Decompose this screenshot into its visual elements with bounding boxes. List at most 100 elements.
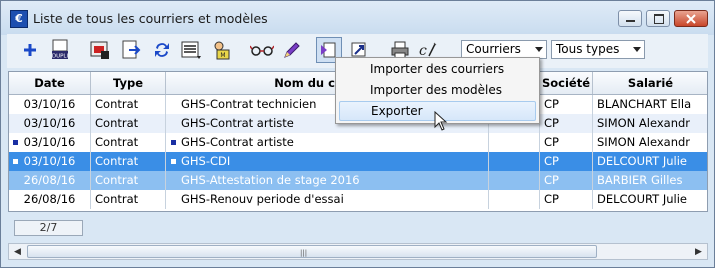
title-bar[interactable]: € Liste de tous les courriers et modèles xyxy=(1,1,714,35)
cell-text: CP xyxy=(544,116,559,130)
cell-type: Contrat xyxy=(91,114,166,133)
cell-societe: CP xyxy=(540,133,593,152)
column-header-societe[interactable]: Société xyxy=(540,72,593,94)
minimize-icon xyxy=(626,20,635,22)
menu-item-import-templates[interactable]: Importer des modèles xyxy=(339,80,536,100)
cell-name: GHS-CDI xyxy=(166,152,489,171)
window-title: Liste de tous les courriers et modèles xyxy=(33,11,268,26)
glasses-icon[interactable] xyxy=(249,37,275,63)
types-dropdown-value: Tous types xyxy=(556,42,620,56)
cell-blank xyxy=(489,190,540,209)
cell-text: CP xyxy=(544,97,559,111)
svg-text:M: M xyxy=(220,52,225,59)
cell-name: GHS-Attestation de stage 2016 xyxy=(166,171,489,190)
cell-text: GHS-Renouv periode d'essai xyxy=(181,192,344,206)
cell-text: CP xyxy=(544,173,559,187)
table-row[interactable]: 26/08/16 Contrat GHS-Renouv periode d'essa… xyxy=(9,190,707,209)
cell-text: SIMON Alexandr xyxy=(597,135,691,149)
scroll-left-icon[interactable]: ◀ xyxy=(9,244,26,259)
cell-societe: CP xyxy=(540,114,593,133)
cell-text: DELCOURT Julie xyxy=(597,192,688,206)
cell-date: 03/10/16 xyxy=(9,152,91,171)
print-preview-icon[interactable] xyxy=(87,37,113,63)
scroll-thumb[interactable]: ||| xyxy=(27,245,597,258)
cell-blank xyxy=(489,152,540,171)
app-icon: € xyxy=(10,10,28,28)
record-counter: 2/7 xyxy=(14,220,83,236)
cell-text: CP xyxy=(544,192,559,206)
cell-text: CP xyxy=(544,154,559,168)
close-icon xyxy=(686,14,696,24)
export-file-icon[interactable] xyxy=(118,37,144,63)
cell-blank xyxy=(489,171,540,190)
cell-salarie: DELCOURT Julie xyxy=(593,152,707,171)
name-marker-icon xyxy=(171,140,176,145)
cell-text: Contrat xyxy=(95,135,139,149)
cell-type: Contrat xyxy=(91,133,166,152)
cell-text: Contrat xyxy=(95,97,139,111)
table-row[interactable]: 03/10/16 Contrat GHS-Contrat artiste CP SIMO… xyxy=(9,133,707,152)
horizontal-scrollbar[interactable]: ◀ ||| ▶ xyxy=(8,243,708,260)
cell-societe: CP xyxy=(540,95,593,114)
cell-text: Contrat xyxy=(95,116,139,130)
cell-type: Contrat xyxy=(91,190,166,209)
cell-salarie: SIMON Alexandr xyxy=(593,133,707,152)
maximize-button[interactable] xyxy=(646,10,670,27)
cell-societe: CP xyxy=(540,152,593,171)
maximize-icon xyxy=(654,14,664,24)
scroll-right-icon[interactable]: ▶ xyxy=(690,244,707,259)
column-header-type[interactable]: Type xyxy=(91,72,166,94)
cell-text: DELCOURT Julie xyxy=(597,154,688,168)
cell-text: 26/08/16 xyxy=(23,173,76,187)
cell-text: 03/10/16 xyxy=(23,116,76,130)
cell-text: Contrat xyxy=(95,154,139,168)
grip-icon: ||| xyxy=(300,249,308,257)
cell-salarie: DELCOURT Julie xyxy=(593,190,707,209)
cell-text: 03/10/16 xyxy=(23,154,76,168)
table-row[interactable]: 26/08/16 Contrat GHS-Attestation de stage … xyxy=(9,171,707,190)
cell-text: GHS-Contrat artiste xyxy=(181,116,294,130)
pen-icon[interactable] xyxy=(279,37,305,63)
cell-text: Contrat xyxy=(95,192,139,206)
svg-text:DUPLI: DUPLI xyxy=(52,54,69,60)
cell-text: GHS-Contrat technicien xyxy=(181,97,317,111)
table-row[interactable]: 03/10/16 Contrat GHS-CDI CP DELCOURT Julie xyxy=(9,152,707,171)
cell-type: Contrat xyxy=(91,152,166,171)
close-button[interactable] xyxy=(674,10,708,27)
cell-date: 26/08/16 xyxy=(9,190,91,209)
cell-salarie: BARBIER Gilles xyxy=(593,171,707,190)
cell-text: CP xyxy=(544,135,559,149)
letters-dropdown-value: Courriers xyxy=(466,42,521,56)
duplicate-icon[interactable]: DUPLI xyxy=(47,37,73,63)
list-icon[interactable] xyxy=(178,37,204,63)
cell-societe: CP xyxy=(540,190,593,209)
cell-type: Contrat xyxy=(91,95,166,114)
cell-text: SIMON Alexandr xyxy=(597,116,691,130)
cell-date: 03/10/16 xyxy=(9,133,91,152)
cell-text: GHS-CDI xyxy=(181,154,231,168)
minimize-button[interactable] xyxy=(618,10,642,27)
cell-text: 26/08/16 xyxy=(23,192,76,206)
name-marker-icon xyxy=(171,159,176,164)
column-header-date[interactable]: Date xyxy=(9,72,91,94)
cell-text: Contrat xyxy=(95,173,139,187)
cell-date: 03/10/16 xyxy=(9,95,91,114)
menu-item-import-letters[interactable]: Importer des courriers xyxy=(339,59,536,79)
cell-type: Contrat xyxy=(91,171,166,190)
refresh-icon[interactable] xyxy=(149,37,175,63)
cell-salarie: SIMON Alexandr xyxy=(593,114,707,133)
cell-name: GHS-Contrat artiste xyxy=(166,133,489,152)
mail-merge-icon[interactable]: M xyxy=(208,37,234,63)
cell-text: BARBIER Gilles xyxy=(597,173,683,187)
chevron-down-icon xyxy=(633,47,641,52)
add-icon[interactable] xyxy=(17,37,43,63)
cell-date: 03/10/16 xyxy=(9,114,91,133)
cell-text: 03/10/16 xyxy=(23,97,76,111)
cell-date: 26/08/16 xyxy=(9,171,91,190)
cell-text: GHS-Attestation de stage 2016 xyxy=(181,173,360,187)
cell-name: GHS-Renouv periode d'essai xyxy=(166,190,489,209)
cell-salarie: BLANCHART Ella xyxy=(593,95,707,114)
column-header-salarie[interactable]: Salarié xyxy=(593,72,707,94)
types-dropdown[interactable]: Tous types xyxy=(551,40,645,59)
cell-text: 03/10/16 xyxy=(23,135,76,149)
